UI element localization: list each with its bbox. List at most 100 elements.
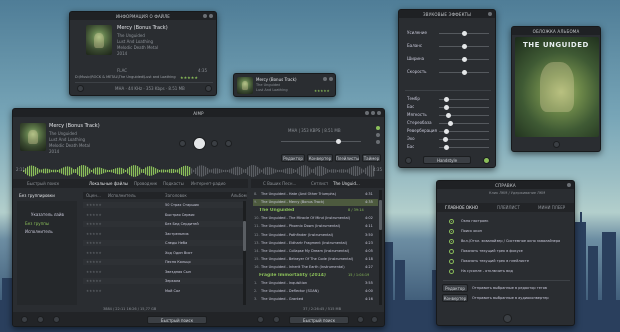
file-path-link[interactable]: D:\Music\ROCK & METAL\The Unguided\Lust … [75,75,178,79]
pl-sort-icon[interactable] [357,316,364,323]
file-info-titlebar[interactable]: ИНФОРМАЦИЯ О ФАЙЛЕ [70,12,216,20]
timer-button[interactable]: Таймер [362,154,381,162]
minimize-icon[interactable] [203,14,207,18]
mini-stars[interactable]: ★★★★★ [314,89,330,93]
help-option-radio[interactable] [449,219,454,224]
effects-titlebar[interactable]: ЗВУКОВЫЕ ЭФФЕКТЫ [399,10,495,18]
editor-button[interactable]: Редактор [281,154,305,162]
help-editor-button[interactable]: Редактор [442,284,468,292]
library-row[interactable] [83,212,243,218]
library-row-stars[interactable]: ★★★★★ [86,203,102,207]
grouping-header[interactable]: Без группировки [19,193,55,198]
help-converter-button[interactable]: Конвертер [442,294,468,302]
help-tab-main[interactable]: ГЛАВНОЕ ОКНО [445,205,478,210]
effects-power-icon[interactable] [483,157,490,164]
next-icon[interactable] [225,140,232,147]
pl-remove-icon[interactable] [273,316,280,323]
radio-tab[interactable]: Интернет-радио [191,181,226,186]
play-button[interactable] [193,137,206,150]
menu-icon[interactable] [37,316,44,323]
playlist-search-button[interactable]: Быстрый поиск [289,316,349,324]
library-scrollbar[interactable] [243,201,246,305]
library-row-stars[interactable]: ★★★★★ [86,213,102,217]
prev-icon[interactable] [179,140,186,147]
group-item-1[interactable]: Без группы [25,221,49,226]
side-toggle-icon[interactable] [376,126,380,130]
mini-close-icon[interactable] [329,77,333,81]
copy-icon[interactable] [77,85,84,92]
info-close-icon[interactable] [205,85,212,92]
library-row-stars[interactable]: ★★★★★ [86,222,102,226]
group-item-2[interactable]: Исполнитель [25,229,53,234]
help-option-radio[interactable] [449,249,454,254]
waveform-seekbar[interactable] [23,164,375,178]
explorer-tab[interactable]: Проводник [134,181,157,186]
main-close-icon[interactable] [377,111,381,115]
effect-slider[interactable] [439,31,489,36]
help-close-icon[interactable] [567,183,571,187]
eq-slider[interactable] [439,113,489,118]
library-row-stars[interactable]: ★★★★★ [86,289,102,293]
rating-stars[interactable]: ★★★★★ [180,75,198,80]
library-row-stars[interactable]: ★★★★★ [86,279,102,283]
cover-close-icon[interactable] [553,141,560,148]
library-search-button[interactable]: Быстрый поиск [147,316,207,324]
cover-titlebar[interactable]: ОБЛОЖКА АЛЬБОМА [512,27,600,35]
effects-close-icon[interactable] [488,12,492,16]
pl-tab-1[interactable]: Сетлист [311,181,328,186]
library-row-stars[interactable]: ★★★★★ [86,270,102,274]
pl-tab-2[interactable]: The Unguid... [333,181,360,186]
col-rating[interactable]: Оцен... [86,193,101,198]
library-row[interactable] [83,288,243,294]
volume-slider[interactable] [281,139,361,144]
close-icon[interactable] [209,14,213,18]
help-option-radio[interactable] [449,259,454,264]
help-download-icon[interactable] [503,314,512,323]
col-album[interactable]: Альбом [231,193,247,198]
pl-menu-icon[interactable] [371,316,378,323]
eq-slider[interactable] [439,105,489,110]
help-titlebar[interactable]: СПРАВКА [437,181,574,189]
main-minimize-icon[interactable] [365,111,369,115]
effect-slider[interactable] [439,44,489,49]
quick-search-tab[interactable]: Быстрый поиск [27,181,59,186]
eq-slider[interactable] [439,121,489,126]
group-item-0[interactable]: Указатель лайв [31,212,64,217]
eq-slider[interactable] [439,137,489,142]
sort-icon[interactable] [53,316,60,323]
col-artist[interactable]: Исполнитель [108,193,136,198]
repeat-icon[interactable] [239,140,246,147]
main-titlebar[interactable]: AIMP [13,109,384,117]
library-row[interactable] [83,240,243,246]
converter-button[interactable]: Конвертер [307,154,333,162]
help-tab-playlist[interactable]: ПЛЕЙЛИСТ [497,205,520,210]
library-row[interactable] [83,202,243,208]
stop-icon[interactable] [211,140,218,147]
help-option-radio[interactable] [449,239,454,244]
effect-slider[interactable] [439,70,489,75]
library-row-stars[interactable]: ★★★★★ [86,251,102,255]
main-maximize-icon[interactable] [371,111,375,115]
add-icon[interactable] [21,316,28,323]
col-title[interactable]: Заголовок [165,193,187,198]
library-row[interactable] [83,269,243,275]
library-row-stars[interactable]: ★★★★★ [86,260,102,264]
side-gear-icon[interactable] [376,133,380,137]
eq-slider[interactable] [439,145,489,150]
library-row[interactable] [83,231,243,237]
eq-slider[interactable] [439,129,489,134]
effect-slider[interactable] [439,57,489,62]
help-option-radio[interactable] [449,269,454,274]
library-row-stars[interactable]: ★★★★★ [86,241,102,245]
help-tab-mini[interactable]: МИНИ ПЛЕЕР [538,205,565,210]
podcasts-tab[interactable]: Подкасты [163,181,184,186]
library-row-stars[interactable]: ★★★★★ [86,232,102,236]
playlists-button[interactable]: Плейлисты [335,154,360,162]
mini-expand-icon[interactable] [323,77,327,81]
library-row[interactable] [83,259,243,265]
side-eq-icon[interactable] [376,140,380,144]
handstyle-button[interactable]: Handstyle [423,156,471,164]
playlist-scrollbar[interactable] [379,190,382,305]
shuffle-icon[interactable] [165,140,172,147]
pl-add-icon[interactable] [257,316,264,323]
